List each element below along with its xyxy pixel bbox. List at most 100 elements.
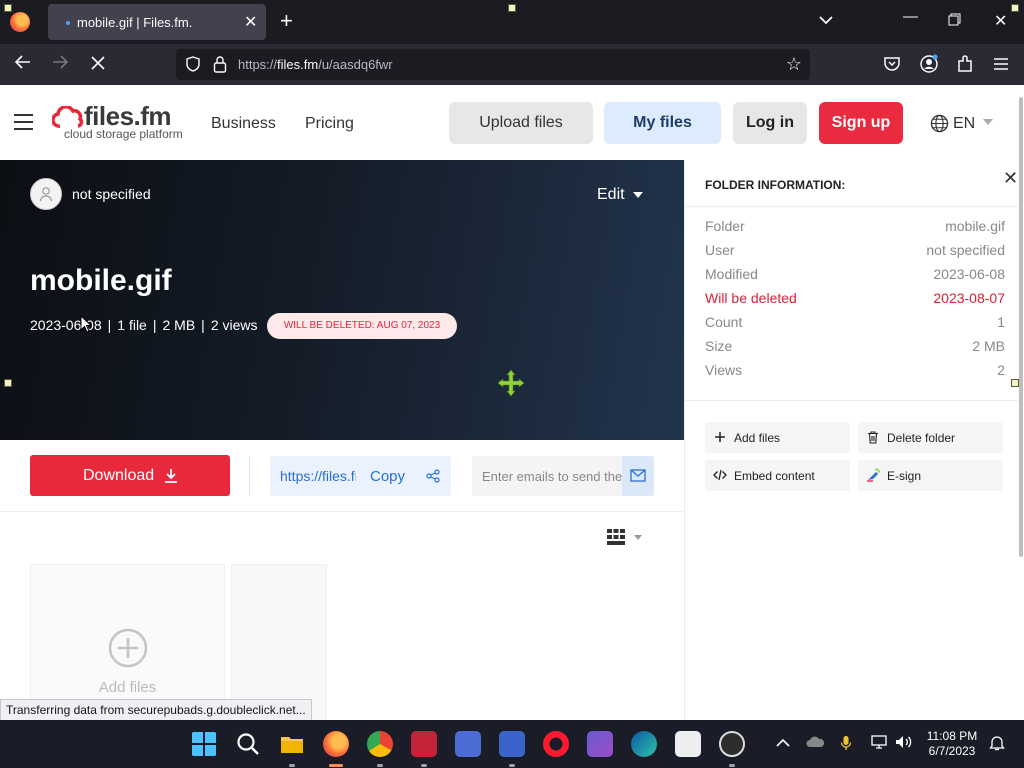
info-key: Size <box>705 338 733 354</box>
selection-handle[interactable] <box>508 4 516 12</box>
chrome-icon[interactable] <box>367 731 393 757</box>
stop-loading-icon[interactable] <box>90 54 106 76</box>
shield-icon[interactable] <box>186 56 200 72</box>
opera-icon[interactable] <box>543 731 569 757</box>
email-input[interactable] <box>472 456 622 496</box>
status-text: Transferring data from securepubads.g.do… <box>0 699 312 721</box>
scrollbar-thumb[interactable] <box>1019 97 1023 557</box>
back-icon[interactable] <box>14 53 32 76</box>
search-icon[interactable] <box>235 731 261 757</box>
view-chevron-down-icon[interactable] <box>634 535 642 540</box>
selection-handle[interactable] <box>4 4 12 12</box>
selection-handle[interactable] <box>4 379 12 387</box>
running-indicator <box>729 764 735 767</box>
copy-link-button[interactable]: Copy <box>370 468 405 485</box>
delete-folder-button[interactable]: Delete folder <box>858 422 1003 453</box>
language-selector[interactable]: EN <box>930 114 1000 134</box>
lock-icon[interactable] <box>213 55 227 73</box>
windows-start-icon[interactable] <box>191 731 217 757</box>
extensions-icon[interactable] <box>955 54 975 74</box>
video-editor-icon[interactable] <box>587 731 613 757</box>
volume-icon[interactable] <box>895 735 913 752</box>
address-bar[interactable]: https://files.fm/u/aasdq6fwr ☆ <box>176 49 810 80</box>
network-icon[interactable] <box>871 735 887 752</box>
windows-taskbar: 11:08 PM 6/7/2023 <box>0 720 1024 768</box>
nav-business[interactable]: Business <box>211 115 276 133</box>
esign-button[interactable]: E-sign <box>858 460 1003 491</box>
site-header: files.fm cloud storage platform Business… <box>0 85 1018 160</box>
add-files-button[interactable]: Add files <box>705 422 850 453</box>
embed-content-button-label: Embed content <box>734 469 815 483</box>
minimize-icon[interactable]: — <box>903 8 918 25</box>
folder-owner[interactable]: not specified <box>72 186 151 202</box>
share-link-text[interactable]: https://files.fm/u/aasdq6fwr <box>280 468 356 484</box>
add-files-button-label: Add files <box>734 431 781 445</box>
firefox-icon <box>10 12 30 32</box>
notification-icon[interactable] <box>989 735 1005 754</box>
divider <box>249 456 250 495</box>
info-row-modified: Modified 2023-06-08 <box>705 266 1005 286</box>
page-scrollbar[interactable] <box>1018 85 1024 720</box>
download-button[interactable]: Download <box>30 455 230 496</box>
pocket-icon[interactable] <box>882 54 902 74</box>
info-value: 2 <box>997 362 1005 378</box>
account-icon[interactable] <box>919 54 939 74</box>
login-button[interactable]: Log in <box>733 102 807 144</box>
clock-time: 11:08 PM <box>926 729 978 743</box>
maximize-icon[interactable] <box>948 13 961 30</box>
bookmark-star-icon[interactable]: ☆ <box>786 54 802 75</box>
panel-divider <box>685 400 1019 401</box>
share-icon[interactable] <box>426 469 440 483</box>
selection-handle[interactable] <box>1011 4 1019 12</box>
taskbar-clock[interactable]: 11:08 PM 6/7/2023 <box>922 729 982 759</box>
microphone-icon[interactable] <box>840 735 852 754</box>
filesfm-logo[interactable]: files.fm cloud storage platform <box>52 101 192 143</box>
esign-button-label: E-sign <box>887 469 922 483</box>
list-all-tabs-chevron-down-icon[interactable] <box>819 12 833 29</box>
upload-files-button[interactable]: Upload files <box>449 102 593 144</box>
signup-button[interactable]: Sign up <box>819 102 903 144</box>
new-tab-plus-icon[interactable]: + <box>280 10 293 32</box>
send-email-button[interactable] <box>622 456 654 496</box>
edit-chevron-down-icon[interactable] <box>633 192 643 198</box>
my-files-button[interactable]: My files <box>604 102 721 144</box>
tray-overflow-chevron-up-icon[interactable] <box>776 735 790 751</box>
mouse-cursor-icon <box>80 315 92 333</box>
download-label: Download <box>83 467 155 484</box>
app-p-icon[interactable] <box>455 731 481 757</box>
info-key: Count <box>705 314 743 330</box>
tab-title: mobile.gif | Files.fm. <box>77 15 193 30</box>
office-app-icon[interactable] <box>675 731 701 757</box>
deletion-badge: WILL BE DELETED: AUG 07, 2023 <box>267 313 457 339</box>
embed-content-button[interactable]: Embed content <box>705 460 850 491</box>
add-files-label: Add files <box>98 679 157 696</box>
info-row-size: Size 2 MB <box>705 338 1005 358</box>
avatar[interactable] <box>30 178 62 210</box>
edit-menu-button[interactable]: Edit <box>597 186 625 204</box>
nav-pricing[interactable]: Pricing <box>305 115 354 133</box>
info-value: 1 <box>997 314 1005 330</box>
info-key: User <box>705 242 735 258</box>
delete-folder-button-label: Delete folder <box>887 431 956 445</box>
file-explorer-icon[interactable] <box>279 731 305 757</box>
media-player-icon[interactable] <box>719 731 745 757</box>
move-icon[interactable] <box>497 369 525 397</box>
panel-close-icon[interactable]: ✕ <box>1003 168 1018 189</box>
screen-recorder-icon[interactable] <box>411 731 437 757</box>
onedrive-icon[interactable] <box>806 735 825 751</box>
app-menu-icon[interactable] <box>991 54 1011 74</box>
browser-tab-active[interactable]: mobile.gif | Files.fm. ✕ <box>48 4 266 40</box>
app-p-alt-icon[interactable] <box>499 731 525 757</box>
active-indicator <box>329 764 343 767</box>
forward-icon[interactable] <box>51 53 69 76</box>
tab-close-icon[interactable]: ✕ <box>244 12 257 32</box>
hamburger-icon[interactable] <box>14 114 33 130</box>
grid-view-icon[interactable] <box>607 529 625 545</box>
add-circle-icon <box>108 628 148 668</box>
edge-icon[interactable] <box>631 731 657 757</box>
clock-date: 6/7/2023 <box>928 744 976 758</box>
running-indicator <box>289 764 295 767</box>
selection-handle[interactable] <box>1011 379 1019 387</box>
close-window-icon[interactable]: ✕ <box>994 11 1007 31</box>
firefox-taskbar-icon[interactable] <box>323 731 349 757</box>
